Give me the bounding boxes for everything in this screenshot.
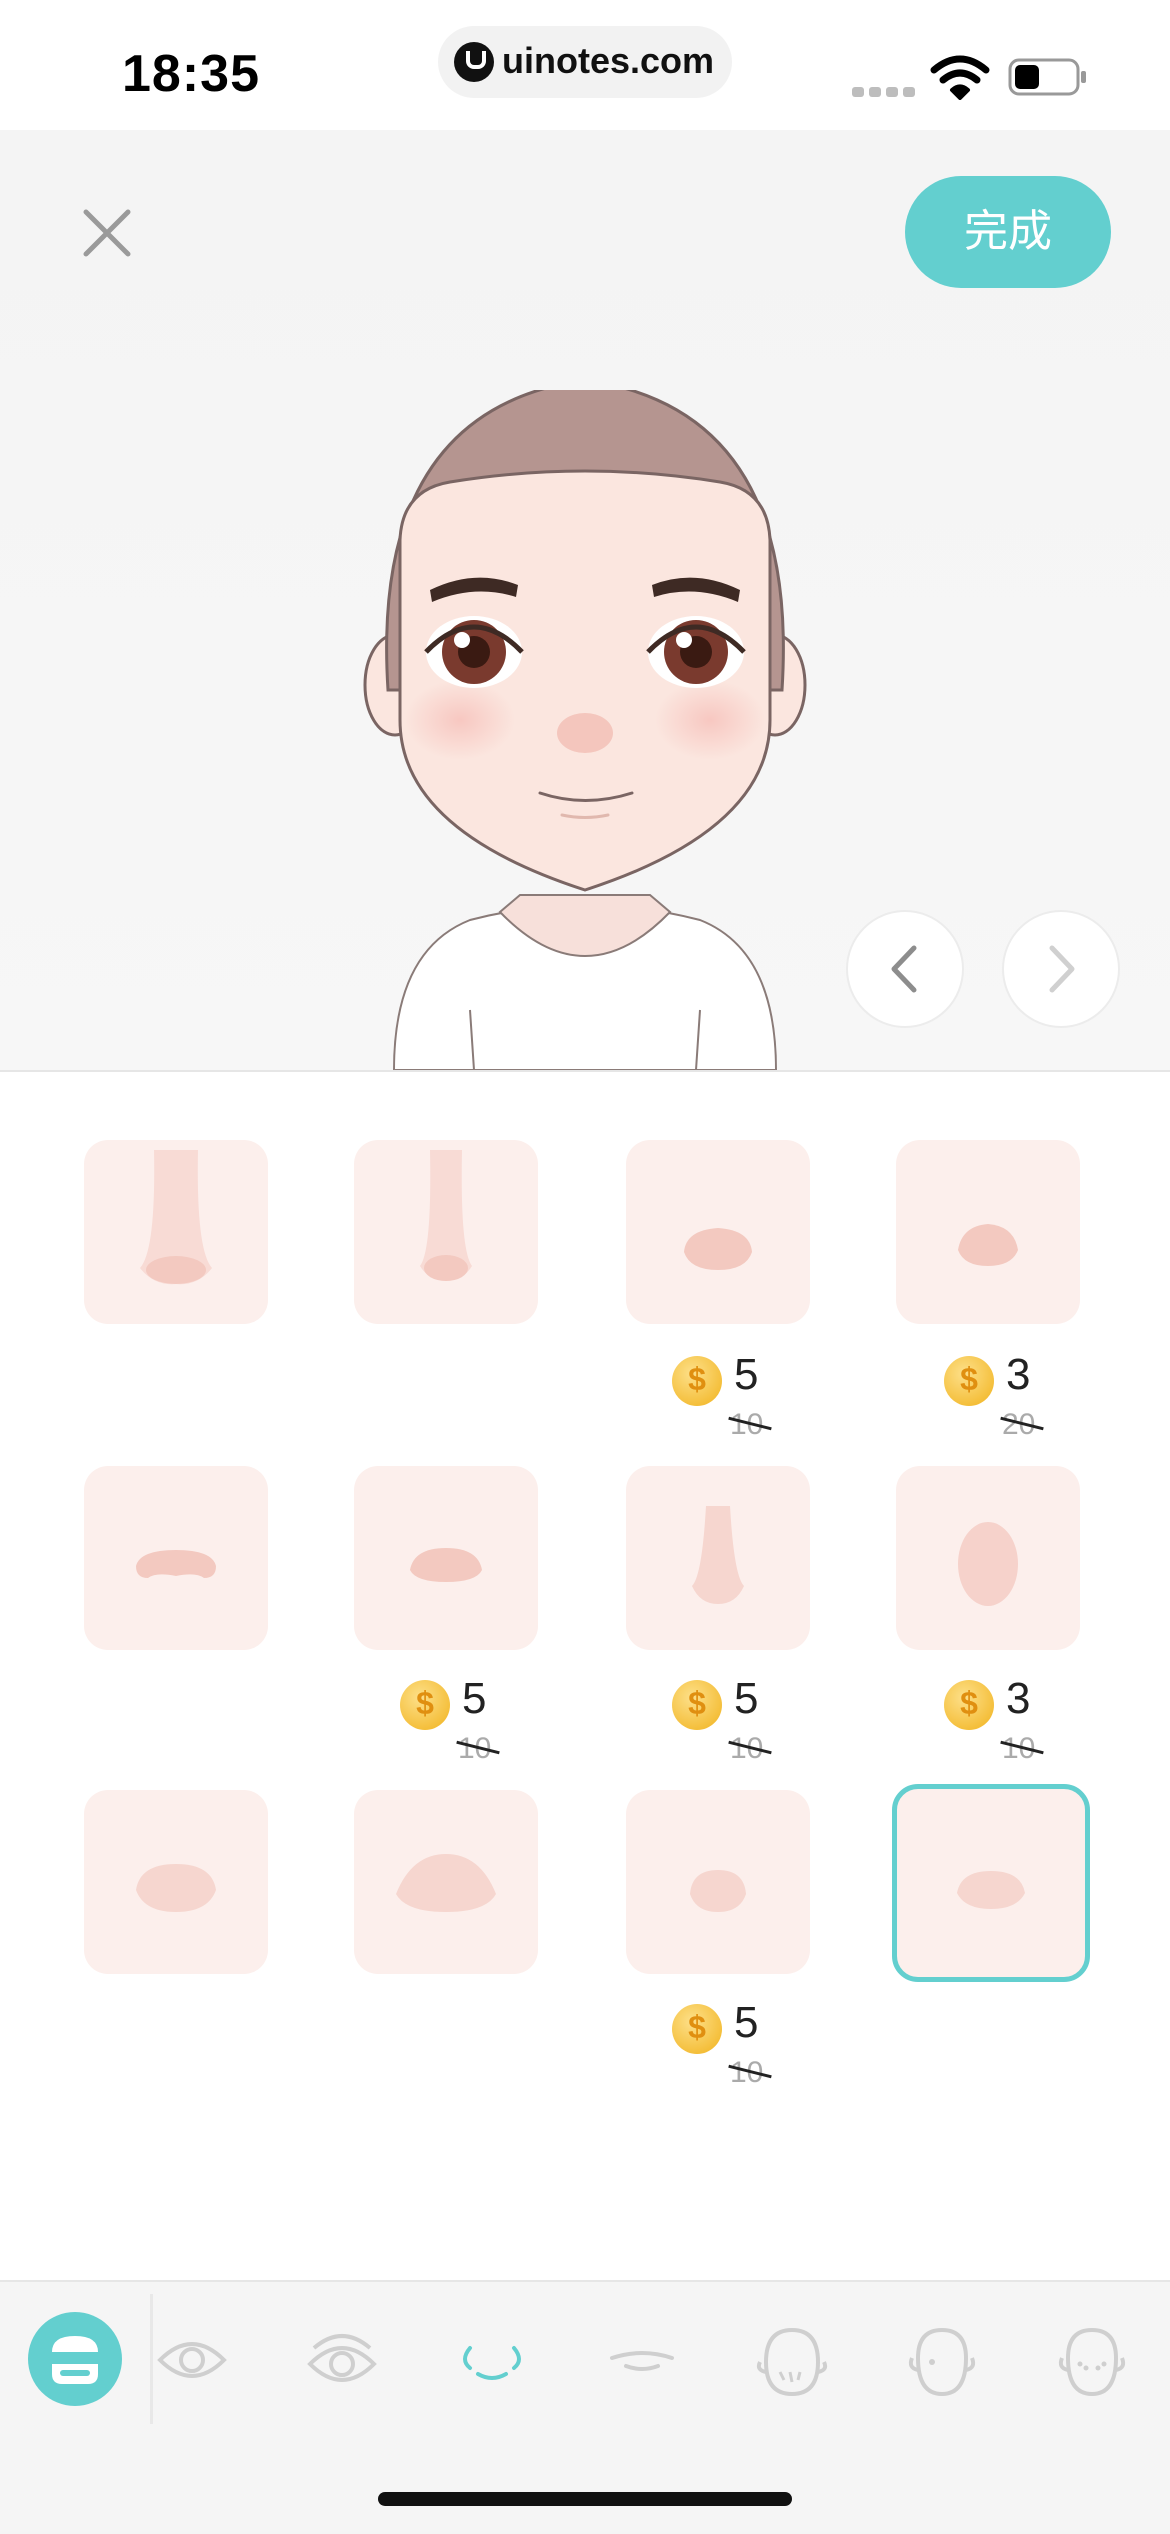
nose-tiny-dome-icon xyxy=(957,1871,1025,1909)
price-original: 20 xyxy=(1002,1408,1036,1441)
price-original: 10 xyxy=(730,1732,764,1765)
coin-icon xyxy=(944,1680,994,1730)
tab-freckles[interactable] xyxy=(1050,2318,1134,2402)
nose-option-grid: 5 10 3 20 5 10 5 10 3 10 xyxy=(0,1140,1170,2100)
avatar-preview: 完成 xyxy=(0,130,1170,1072)
eye-icon xyxy=(157,2342,227,2378)
nose-option-6[interactable] xyxy=(354,1466,538,1650)
nose-button-icon xyxy=(958,1224,1018,1266)
nose-option-10[interactable] xyxy=(354,1790,538,1974)
beard-face-icon xyxy=(756,2327,828,2397)
tab-eyes[interactable] xyxy=(150,2318,234,2402)
nose-small-dome-icon xyxy=(690,1870,746,1912)
price-tag: 3 10 xyxy=(944,1672,1084,1772)
chevron-left-icon xyxy=(891,945,917,993)
next-button[interactable] xyxy=(1002,910,1120,1028)
battery-icon xyxy=(1008,58,1086,96)
coin-icon xyxy=(400,1680,450,1730)
status-bar: 18:35 uinotes.com xyxy=(0,0,1170,130)
nose-option-9[interactable] xyxy=(84,1790,268,1974)
avatar-illustration xyxy=(363,390,807,1070)
done-button[interactable]: 完成 xyxy=(905,176,1111,288)
site-logo-icon xyxy=(454,42,494,82)
freckles-face-icon xyxy=(1058,2327,1126,2397)
nose-small-round-icon xyxy=(684,1228,752,1270)
nose-flat-wide-icon xyxy=(136,1550,216,1578)
nose-long-icon xyxy=(140,1150,212,1285)
price-current: 3 xyxy=(1006,1674,1031,1723)
nose-option-12-selected[interactable] xyxy=(892,1784,1090,1982)
nose-icon xyxy=(463,2346,521,2380)
nose-option-1[interactable] xyxy=(84,1140,268,1324)
nose-option-4[interactable] xyxy=(896,1140,1080,1324)
nose-option-2[interactable] xyxy=(354,1140,538,1324)
price-original: 10 xyxy=(1002,1732,1036,1765)
url-text: uinotes.com xyxy=(502,40,715,81)
coin-icon xyxy=(672,1356,722,1406)
face-shape-icon xyxy=(908,2327,976,2397)
nose-flat-icon xyxy=(410,1548,482,1582)
nose-wide-dome-icon xyxy=(396,1854,496,1912)
price-tag: 5 10 xyxy=(672,1348,812,1448)
price-current: 5 xyxy=(734,1998,759,2047)
previous-button[interactable] xyxy=(846,910,964,1028)
tab-nose[interactable] xyxy=(450,2318,534,2402)
tab-mouth[interactable] xyxy=(600,2318,684,2402)
nose-option-3[interactable] xyxy=(626,1140,810,1324)
price-original: 10 xyxy=(730,1408,764,1441)
home-indicator xyxy=(378,2492,792,2506)
nose-option-8[interactable] xyxy=(896,1466,1080,1650)
tab-beard[interactable] xyxy=(750,2318,834,2402)
coin-icon xyxy=(672,1680,722,1730)
price-tag: 5 10 xyxy=(672,1672,812,1772)
category-tab-bar xyxy=(0,2280,1170,2534)
price-current: 5 xyxy=(734,1674,759,1723)
price-tag: 5 10 xyxy=(672,1996,812,2096)
tab-face-shape[interactable] xyxy=(900,2318,984,2402)
chevron-right-icon xyxy=(1049,945,1075,993)
nose-option-11[interactable] xyxy=(626,1790,810,1974)
price-tag: 3 20 xyxy=(944,1348,1084,1448)
mask-icon xyxy=(48,2336,102,2384)
nose-oval-icon xyxy=(958,1522,1018,1606)
wifi-icon xyxy=(930,55,990,100)
url-pill[interactable]: uinotes.com xyxy=(438,26,732,98)
price-original: 10 xyxy=(730,2056,764,2089)
tab-mask[interactable] xyxy=(28,2312,122,2406)
nose-option-5[interactable] xyxy=(84,1466,268,1650)
nose-dome-icon xyxy=(136,1864,216,1912)
price-current: 3 xyxy=(1006,1350,1031,1399)
coin-icon xyxy=(672,2004,722,2054)
coin-icon xyxy=(944,1356,994,1406)
tab-eyelashes[interactable] xyxy=(300,2318,384,2402)
price-tag: 5 10 xyxy=(400,1672,540,1772)
price-original: 10 xyxy=(458,1732,492,1765)
close-icon[interactable] xyxy=(72,198,142,268)
mouth-icon xyxy=(610,2351,674,2371)
cellular-signal-icon xyxy=(852,84,920,102)
nose-option-7[interactable] xyxy=(626,1466,810,1650)
nose-bridge-icon xyxy=(692,1506,744,1604)
nose-narrow-icon xyxy=(420,1150,472,1281)
clock: 18:35 xyxy=(122,45,260,103)
price-current: 5 xyxy=(734,1350,759,1399)
eye-lashes-icon xyxy=(307,2334,377,2382)
price-current: 5 xyxy=(462,1674,487,1723)
